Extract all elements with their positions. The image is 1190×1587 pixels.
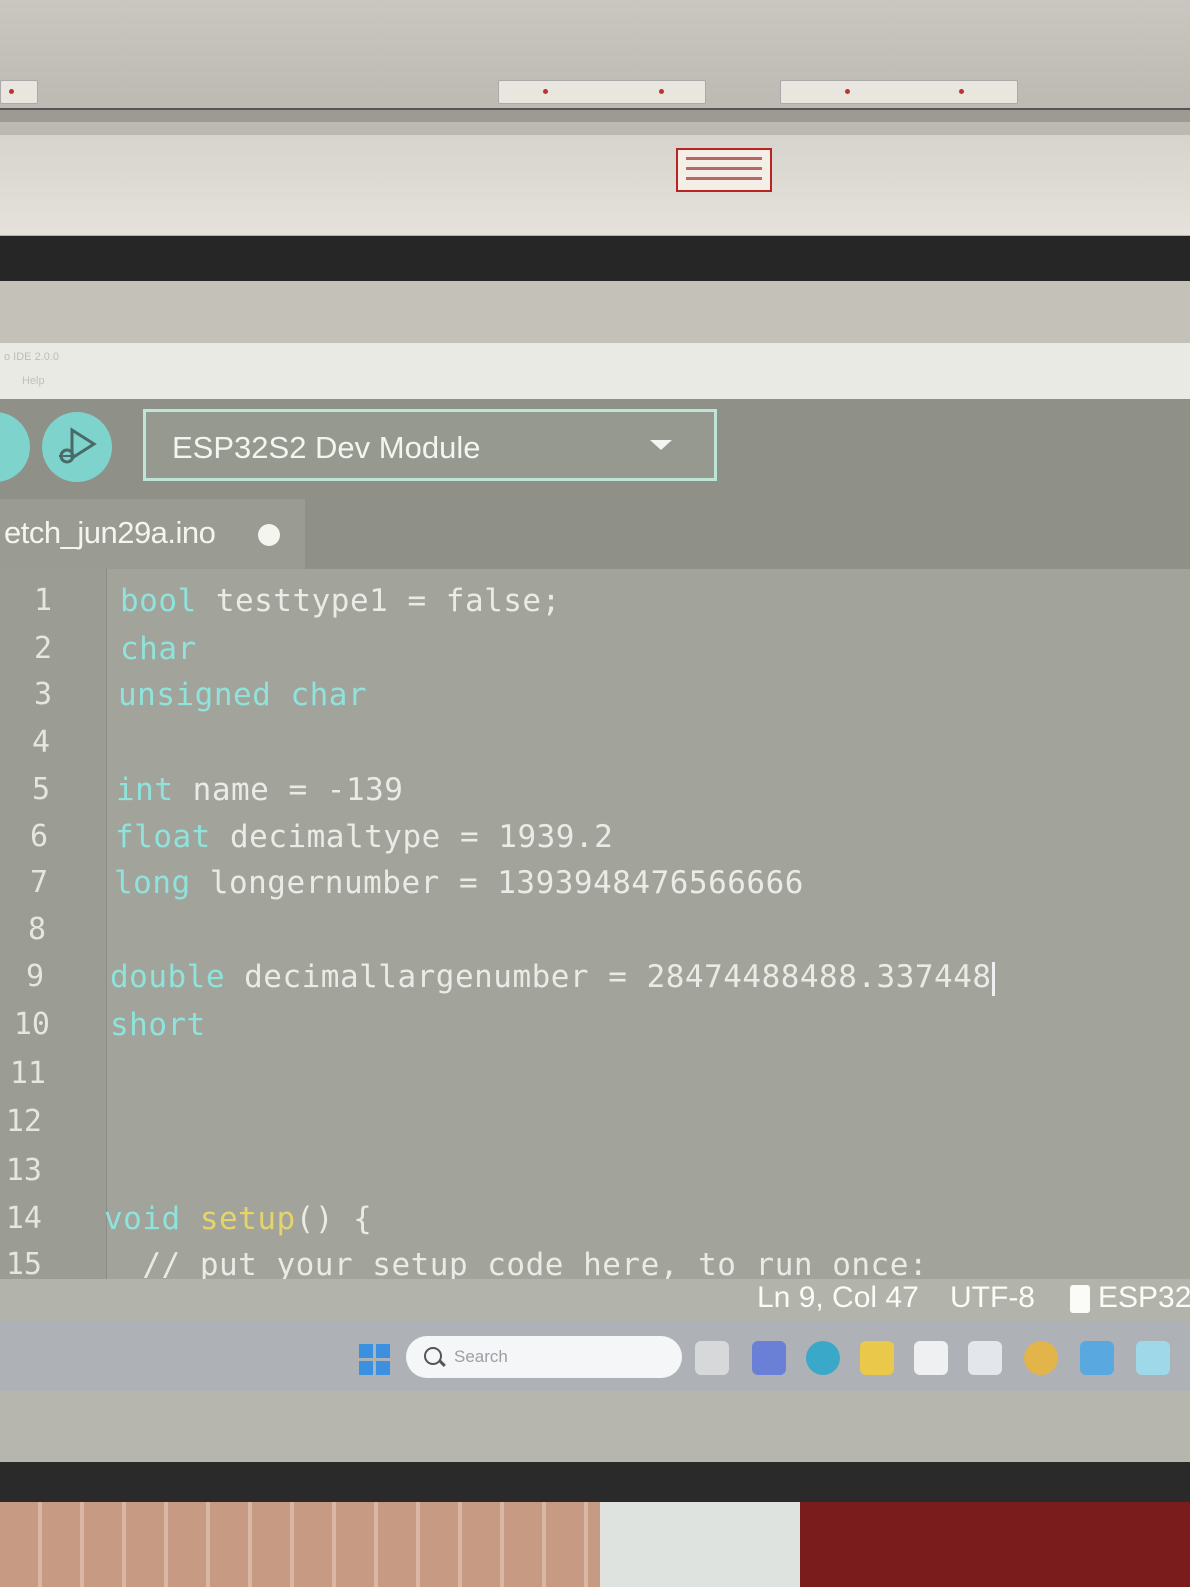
- line-number: 2: [33, 631, 52, 666]
- ceiling-fixture: [498, 80, 706, 104]
- projector-screen-frame: [0, 236, 1190, 281]
- menu-item-help[interactable]: Help: [22, 375, 45, 387]
- line-number: 6: [29, 819, 48, 854]
- code-line[interactable]: short: [110, 1007, 206, 1043]
- code-line[interactable]: char: [120, 631, 197, 667]
- tab-sketch[interactable]: etch_jun29a.ino: [0, 499, 305, 569]
- wall-sign: [676, 148, 772, 192]
- line-number: 7: [29, 865, 48, 900]
- code-function-name: setup: [199, 1201, 296, 1237]
- line-number: 3: [33, 677, 52, 712]
- code-line[interactable]: unsigned char: [118, 677, 367, 713]
- line-number: 5: [31, 772, 50, 807]
- projector-screen-frame: [0, 1462, 1190, 1502]
- app-icon[interactable]: [1080, 1341, 1114, 1375]
- edge-icon[interactable]: [806, 1341, 840, 1375]
- tab-filename: etch_jun29a.ino: [4, 515, 216, 550]
- line-number: 13: [5, 1153, 42, 1188]
- line-number-gutter: 1 2 3 4 5 6 7 8 9 10 11 12 13 14 15: [0, 569, 107, 1282]
- code-keyword: unsigned char: [118, 677, 368, 713]
- ceiling-panel: [0, 135, 1190, 235]
- app-icon[interactable]: [1136, 1341, 1170, 1375]
- chevron-down-icon: [650, 440, 672, 450]
- code-line[interactable]: void setup() {: [104, 1201, 372, 1237]
- title-bar: o IDE 2.0.0 Help: [0, 343, 1190, 399]
- code-line[interactable]: bool testtype1 = false;: [120, 583, 561, 619]
- code-text: name = -139: [173, 772, 404, 808]
- windows-taskbar: Search: [0, 1321, 1190, 1391]
- line-number: 1: [33, 583, 52, 618]
- chrome-icon[interactable]: [1024, 1341, 1058, 1375]
- code-line[interactable]: float decimaltype = 1939.2: [115, 819, 613, 855]
- line-number: 9: [25, 959, 44, 994]
- ceiling-fixture: [0, 80, 38, 104]
- code-line[interactable]: // put your setup code here, to run once…: [104, 1247, 928, 1283]
- code-text: longernumber = 1393948476566666: [190, 865, 804, 901]
- cursor-position[interactable]: Ln 9, Col 47: [757, 1281, 919, 1315]
- board-status[interactable]: ESP32: [1098, 1281, 1190, 1315]
- search-placeholder: Search: [454, 1347, 508, 1366]
- line-number: 10: [13, 1007, 50, 1042]
- ceiling-beam: [0, 108, 1190, 122]
- line-number: 4: [31, 725, 50, 760]
- code-keyword: char: [120, 631, 197, 667]
- encoding-status[interactable]: UTF-8: [950, 1281, 1035, 1315]
- screen-margin: [0, 1391, 1190, 1462]
- status-bar: Ln 9, Col 47 UTF-8 ESP32: [0, 1279, 1190, 1321]
- room-ceiling: [0, 0, 1190, 240]
- file-explorer-icon[interactable]: [860, 1341, 894, 1375]
- code-text: decimallargenumber = 28474488488.337448: [224, 959, 992, 995]
- line-number: 15: [5, 1247, 42, 1282]
- debug-play-icon: [59, 427, 97, 464]
- board-selector[interactable]: ESP32S2 Dev Module: [143, 409, 717, 481]
- text-cursor: [991, 961, 995, 996]
- code-keyword: short: [110, 1007, 206, 1043]
- code-text: () {: [295, 1201, 373, 1237]
- upload-button[interactable]: [0, 412, 30, 482]
- line-number: 12: [5, 1104, 42, 1139]
- board-icon: [1070, 1285, 1090, 1313]
- code-keyword: double: [110, 959, 225, 995]
- code-keyword: float: [115, 819, 211, 855]
- screen-margin: [0, 281, 1190, 343]
- toolbar: ESP32S2 Dev Module etch_jun29a.ino: [0, 399, 1190, 569]
- door: [800, 1502, 1190, 1587]
- line-number: 11: [9, 1056, 46, 1091]
- code-keyword: void: [104, 1201, 181, 1237]
- unsaved-dot-icon: [258, 524, 280, 546]
- code-keyword: bool: [120, 583, 197, 619]
- code-text: // put your setup code here, to run once…: [104, 1247, 929, 1283]
- taskbar-search[interactable]: Search: [406, 1336, 682, 1378]
- debug-button[interactable]: [42, 412, 112, 482]
- window: [600, 1502, 800, 1587]
- board-selector-label: ESP32S2 Dev Module: [172, 430, 481, 465]
- task-view-icon[interactable]: [695, 1341, 729, 1375]
- code-keyword: int: [116, 772, 174, 808]
- store-icon[interactable]: [914, 1341, 948, 1375]
- code-text: testtype1 = false;: [196, 583, 561, 619]
- code-line[interactable]: int name = -139: [116, 772, 403, 808]
- code-line[interactable]: long longernumber = 1393948476566666: [114, 865, 804, 901]
- line-number: 14: [5, 1201, 42, 1236]
- projected-screen: o IDE 2.0.0 Help ESP32S2 Dev Module etch…: [0, 281, 1190, 1462]
- window-title: o IDE 2.0.0: [4, 351, 60, 363]
- brick-wall: [0, 1502, 1190, 1587]
- line-number: 8: [27, 912, 46, 947]
- search-icon: [424, 1347, 442, 1365]
- code-text: decimaltype = 1939.2: [210, 819, 614, 855]
- code-editor[interactable]: 1 2 3 4 5 6 7 8 9 10 11 12 13 14 15 bool testtype1 = f…: [0, 569, 1190, 1283]
- ceiling-fixture: [780, 80, 1018, 104]
- code-keyword: long: [114, 865, 191, 901]
- code-line[interactable]: double decimallargenumber = 28474488488.…: [110, 959, 995, 996]
- windows-start-icon[interactable]: [359, 1344, 391, 1376]
- snipping-icon[interactable]: [968, 1341, 1002, 1375]
- chat-icon[interactable]: [752, 1341, 786, 1375]
